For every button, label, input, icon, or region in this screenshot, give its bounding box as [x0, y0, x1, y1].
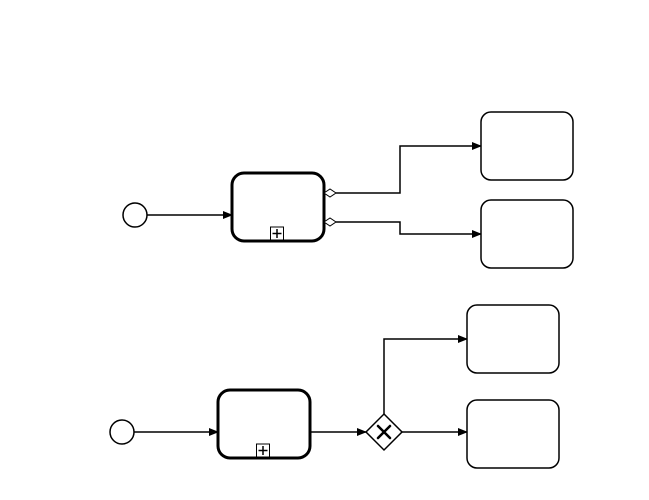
start-event-bottom — [110, 420, 134, 444]
flow-sub-to-lower-top — [324, 218, 481, 234]
bpmn-diagram — [0, 0, 649, 500]
flow-sub-to-upper-top — [324, 146, 481, 197]
task-upper-top — [481, 112, 573, 180]
start-event-top — [123, 203, 147, 227]
task-lower-top — [481, 200, 573, 268]
subprocess-top — [232, 173, 324, 241]
top-diagram — [123, 112, 573, 268]
task-upper-bottom — [467, 305, 559, 373]
subprocess-bottom — [218, 390, 310, 458]
task-lower-bottom — [467, 400, 559, 468]
flow-gw-to-upper-bottom — [384, 339, 467, 414]
exclusive-gateway — [366, 414, 402, 450]
bottom-diagram — [110, 305, 559, 468]
